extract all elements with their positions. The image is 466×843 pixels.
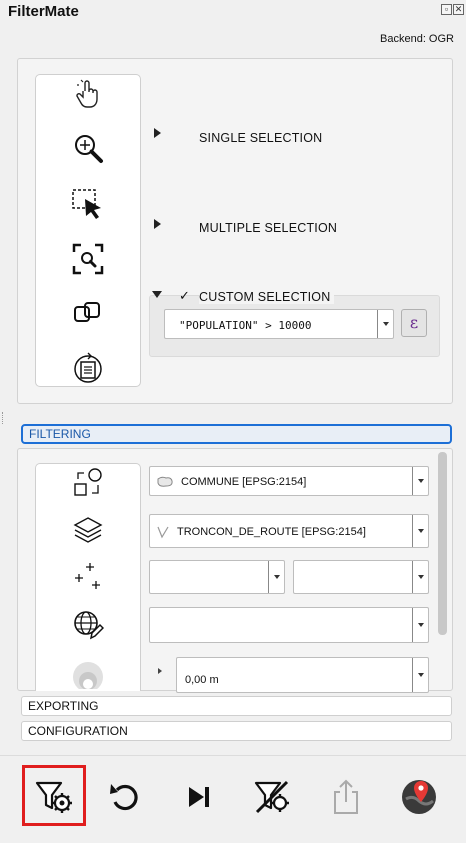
- refresh-layer-icon[interactable]: [70, 351, 106, 387]
- select-rectangle-icon[interactable]: [70, 186, 106, 222]
- predicate-left-combo[interactable]: [149, 560, 285, 594]
- source-layer-combo[interactable]: COMMUNE [EPSG:2154]: [149, 466, 429, 496]
- chevron-down-icon[interactable]: [412, 658, 428, 692]
- chevron-down-icon[interactable]: [377, 310, 393, 338]
- splitter-handle[interactable]: [2, 412, 4, 424]
- buffer-value: 0,00 m: [185, 674, 219, 686]
- selection-tools-column: [35, 74, 141, 387]
- target-layer-text: TRONCON_DE_ROUTE [EPSG:2154]: [177, 526, 366, 538]
- close-icon[interactable]: ✕: [453, 4, 464, 15]
- geometry-field-combo[interactable]: [149, 607, 429, 643]
- source-layer-text: COMMUNE [EPSG:2154]: [181, 476, 307, 488]
- line-layer-icon: [157, 526, 169, 539]
- multiple-selection-label[interactable]: MULTIPLE SELECTION: [199, 221, 337, 235]
- pointer-hand-icon[interactable]: [70, 76, 106, 112]
- expression-combo[interactable]: "POPULATION" > 10000: [164, 309, 394, 339]
- expression-builder-button[interactable]: ε: [401, 309, 427, 337]
- window-controls: ▫ ✕: [441, 4, 464, 15]
- polygon-layer-icon: [157, 476, 173, 487]
- chevron-down-icon[interactable]: [412, 515, 428, 547]
- export-icon[interactable]: [325, 776, 367, 818]
- crosshair-plus-icon[interactable]: [70, 559, 106, 595]
- app-title: FilterMate: [8, 3, 79, 20]
- single-selection-label[interactable]: SINGLE SELECTION: [199, 131, 322, 145]
- undo-icon[interactable]: [104, 776, 146, 818]
- chevron-down-icon[interactable]: [268, 561, 284, 593]
- filtering-scrollbar[interactable]: [438, 452, 447, 635]
- globe-pencil-icon[interactable]: [70, 607, 106, 643]
- clear-filter-icon[interactable]: [251, 776, 293, 818]
- multiple-expand-icon[interactable]: [154, 219, 161, 229]
- expression-text: "POPULATION" > 10000: [179, 319, 312, 332]
- identify-copy-icon[interactable]: [70, 296, 106, 332]
- backend-label: Backend: OGR: [380, 33, 454, 45]
- exporting-section-header[interactable]: EXPORTING: [21, 696, 452, 716]
- target-layer-combo[interactable]: TRONCON_DE_ROUTE [EPSG:2154]: [149, 514, 429, 548]
- float-icon[interactable]: ▫: [441, 4, 452, 15]
- configuration-section-header[interactable]: CONFIGURATION: [21, 721, 452, 741]
- filtering-section-header[interactable]: FILTERING: [21, 424, 452, 444]
- custom-check-icon: ✓: [179, 288, 190, 303]
- chevron-down-icon[interactable]: [412, 467, 428, 495]
- single-expand-icon[interactable]: [154, 128, 161, 138]
- layers-stack-icon[interactable]: [70, 512, 106, 548]
- custom-selection-label[interactable]: CUSTOM SELECTION: [199, 290, 335, 304]
- buffer-circle-icon[interactable]: [70, 655, 106, 691]
- custom-collapse-icon[interactable]: [152, 291, 162, 298]
- skip-next-icon[interactable]: [179, 776, 221, 818]
- filter-settings-icon[interactable]: [33, 776, 75, 818]
- chevron-down-icon[interactable]: [412, 608, 428, 642]
- predicate-shapes-icon[interactable]: [70, 465, 106, 501]
- map-pin-icon[interactable]: [398, 776, 440, 818]
- chevron-down-icon[interactable]: [412, 561, 428, 593]
- zoom-to-icon[interactable]: [70, 130, 106, 166]
- buffer-spinbox[interactable]: 0,00 m: [176, 657, 429, 693]
- zoom-selection-icon[interactable]: [70, 241, 106, 277]
- predicate-right-combo[interactable]: [293, 560, 429, 594]
- buffer-expand-icon[interactable]: [158, 668, 162, 674]
